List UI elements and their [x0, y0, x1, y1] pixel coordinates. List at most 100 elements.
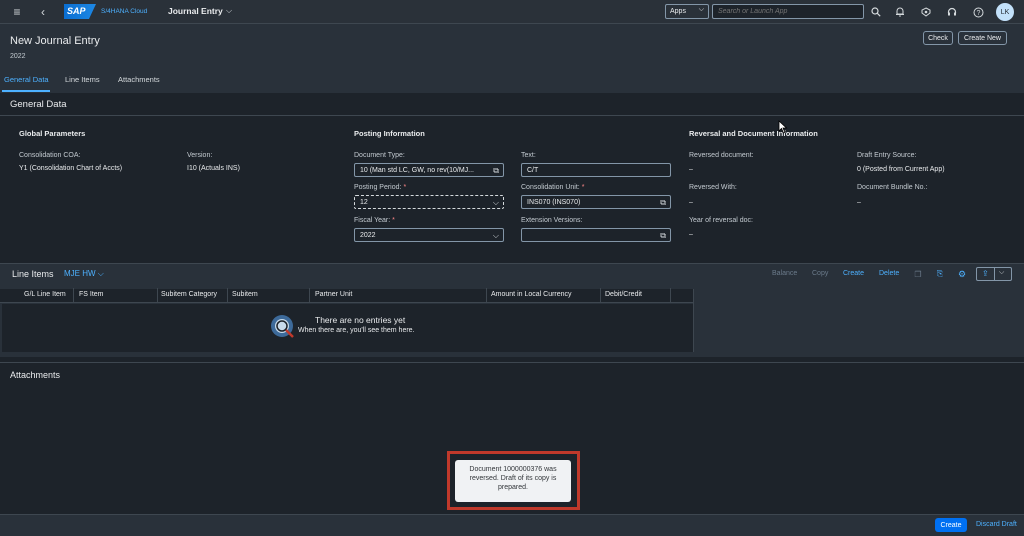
- year-of-reversal-value: –: [689, 231, 693, 238]
- coa-label: Consolidation COA:: [19, 152, 81, 159]
- reversed-document-label: Reversed document:: [689, 152, 754, 159]
- create-button[interactable]: Create: [935, 518, 967, 532]
- footer-bar: Create Discard Draft: [0, 514, 1024, 536]
- consolidation-unit-label: Consolidation Unit: *: [521, 184, 584, 191]
- attachments-title: Attachments: [10, 370, 61, 380]
- posting-period-value: 12: [360, 199, 368, 206]
- fiscal-year-value: 2022: [360, 232, 376, 239]
- consolidation-unit-value: INS070 (INS070): [527, 199, 581, 206]
- value-help-icon[interactable]: ⧉: [660, 231, 666, 241]
- draft-entry-source-label: Draft Entry Source:: [857, 152, 917, 159]
- column-header[interactable]: Amount in Local Currency: [491, 291, 572, 298]
- empty-title: There are no entries yet: [315, 315, 406, 325]
- create-line-button[interactable]: Create: [843, 270, 864, 277]
- page-subtitle: 2022: [10, 53, 26, 60]
- paste-icon[interactable]: ⎘: [934, 268, 946, 280]
- version-value: I10 (Actuals INS): [187, 165, 240, 172]
- menu-icon[interactable]: ≡: [10, 5, 24, 19]
- product-name: S/4HANA Cloud: [101, 8, 148, 15]
- version-label: Version:: [187, 152, 213, 159]
- chevron-down-icon[interactable]: ⌵: [226, 6, 232, 16]
- required-marker: *: [392, 217, 395, 224]
- message-toast: Document 1000000376 was reversed. Draft …: [455, 460, 571, 502]
- chevron-down-icon[interactable]: ⌵: [493, 198, 499, 208]
- extension-versions-field[interactable]: ⧉: [521, 228, 671, 242]
- balance-button[interactable]: Balance: [772, 270, 797, 277]
- chevron-down-icon[interactable]: ⌵: [999, 269, 1004, 277]
- document-type-value: 10 (Man std LC, GW, no rev(10/MJ...: [360, 167, 474, 174]
- group-title-posting: Posting Information: [354, 129, 425, 138]
- general-data-section: General Data Global Parameters Consolida…: [0, 93, 1024, 263]
- help-icon[interactable]: ?: [971, 5, 985, 19]
- column-header[interactable]: Debit/Credit: [605, 291, 642, 298]
- consolidation-unit-field[interactable]: INS070 (INS070) ⧉: [521, 195, 671, 209]
- create-new-button[interactable]: Create New: [958, 31, 1007, 45]
- mouse-cursor-icon: [778, 120, 788, 134]
- fiscal-year-label-text: Fiscal Year:: [354, 217, 391, 224]
- table-border: [693, 289, 694, 352]
- document-type-field[interactable]: 10 (Man std LC, GW, no rev(10/MJ... ⧉: [354, 163, 504, 177]
- page-title: New Journal Entry: [10, 35, 100, 47]
- fiscal-year-label: Fiscal Year: *: [354, 217, 395, 224]
- line-items-section: [0, 263, 1024, 357]
- column-separator: [670, 288, 671, 302]
- line-items-title: Line Items: [12, 269, 54, 279]
- chevron-down-icon: ⌵: [97, 269, 104, 278]
- apps-dropdown[interactable]: Apps ⌵: [665, 4, 709, 19]
- delete-button[interactable]: Delete: [879, 270, 899, 277]
- tab-selection-indicator: [2, 90, 50, 92]
- headset-icon[interactable]: [945, 5, 959, 19]
- group-title-global: Global Parameters: [19, 129, 86, 138]
- sap-logo[interactable]: SAP: [64, 4, 96, 19]
- group-title-reversal: Reversal and Document Information: [689, 129, 818, 138]
- copy-icon[interactable]: ❐: [912, 268, 924, 280]
- reversed-with-label: Reversed With:: [689, 184, 737, 191]
- column-separator: [600, 288, 601, 302]
- draft-entry-source-value: 0 (Posted from Current App): [857, 166, 945, 173]
- text-field[interactable]: C/T: [521, 163, 671, 177]
- copy-button[interactable]: Copy: [812, 270, 828, 277]
- value-help-icon[interactable]: ⧉: [660, 198, 666, 208]
- app-title[interactable]: Journal Entry: [168, 6, 223, 16]
- chevron-down-icon: ⌵: [698, 6, 704, 13]
- bell-icon[interactable]: [893, 5, 907, 19]
- split-divider: [994, 268, 995, 280]
- search-icon[interactable]: [869, 5, 883, 19]
- column-separator: [73, 288, 74, 302]
- chevron-down-icon[interactable]: ⌵: [493, 231, 499, 241]
- export-button[interactable]: ⇪ ⌵: [976, 267, 1012, 281]
- value-help-icon[interactable]: ⧉: [493, 166, 499, 176]
- tab-general-data[interactable]: General Data: [4, 75, 49, 84]
- back-icon[interactable]: ‹: [36, 5, 50, 19]
- check-button[interactable]: Check: [923, 31, 953, 45]
- column-separator: [227, 288, 228, 302]
- column-header[interactable]: G/L Line Item: [24, 291, 66, 298]
- reversed-document-value: –: [689, 166, 693, 173]
- column-header[interactable]: Partner Unit: [315, 291, 352, 298]
- shell-bar: ≡ ‹ SAP S/4HANA Cloud Journal Entry ⌵ Ap…: [0, 0, 1024, 24]
- column-header[interactable]: Subitem: [232, 291, 258, 298]
- discard-draft-button[interactable]: Discard Draft: [976, 521, 1017, 528]
- posting-period-field[interactable]: 12 ⌵: [354, 195, 504, 209]
- search-input[interactable]: [712, 4, 864, 19]
- reversed-with-value: –: [689, 199, 693, 206]
- avatar[interactable]: LK: [996, 3, 1014, 21]
- export-icon: ⇪: [982, 269, 989, 278]
- column-header[interactable]: Subitem Category: [161, 291, 217, 298]
- variant-selector[interactable]: MJE HW ⌵: [64, 269, 104, 279]
- apps-label: Apps: [670, 8, 686, 15]
- extension-versions-label: Extension Versions:: [521, 217, 583, 224]
- joule-icon[interactable]: [919, 5, 933, 19]
- settings-icon[interactable]: ⚙: [956, 268, 968, 280]
- tab-line-items[interactable]: Line Items: [65, 75, 100, 84]
- column-header[interactable]: FS Item: [79, 291, 104, 298]
- fiscal-year-field[interactable]: 2022 ⌵: [354, 228, 504, 242]
- posting-period-label: Posting Period: *: [354, 184, 406, 191]
- required-marker: *: [403, 184, 407, 191]
- consolidation-unit-label-text: Consolidation Unit:: [521, 184, 580, 191]
- tab-attachments[interactable]: Attachments: [118, 75, 160, 84]
- empty-subtitle: When there are, you'll see them here.: [298, 327, 415, 334]
- divider: [0, 115, 1024, 116]
- section-title: General Data: [10, 99, 67, 110]
- document-bundle-label: Document Bundle No.:: [857, 184, 928, 191]
